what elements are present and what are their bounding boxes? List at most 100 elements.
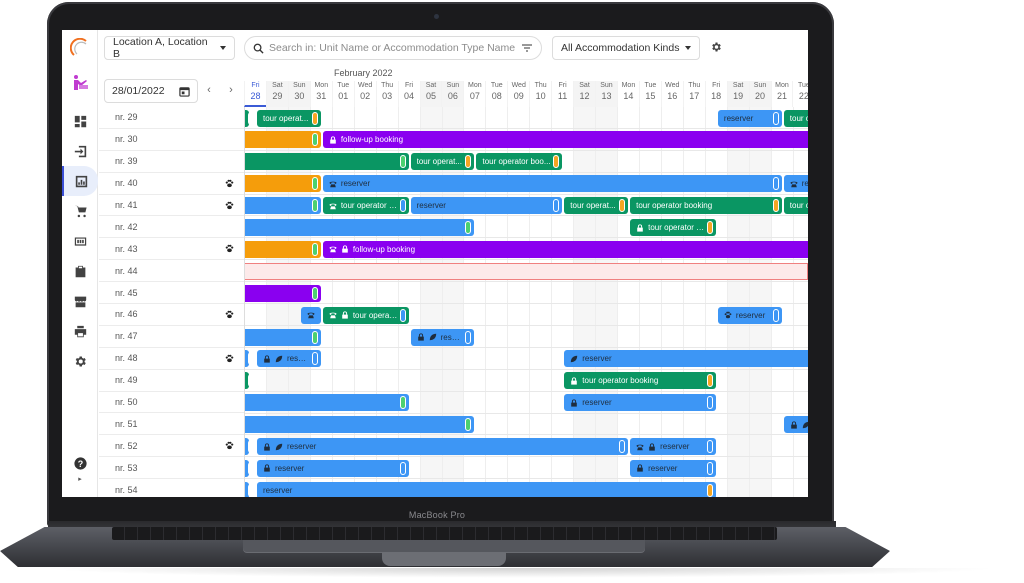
booking-bar[interactable]: reserver — [564, 394, 716, 412]
search-input[interactable]: Search in: Unit Name or Accommodation Ty… — [244, 36, 542, 60]
booking-bar[interactable]: reserver — [564, 350, 808, 368]
unit-row[interactable]: nr. 44 — [99, 260, 244, 283]
booking-status-handle[interactable] — [248, 374, 249, 388]
unit-row[interactable]: nr. 39 — [99, 151, 244, 173]
unit-row[interactable]: nr. 48 — [99, 348, 244, 370]
booking-status-handle[interactable] — [553, 199, 560, 213]
day-column-header[interactable]: Fri 18 — [704, 81, 727, 107]
booking-bar[interactable]: follow-up booking — [322, 131, 808, 149]
accommodation-kind-select[interactable]: All Accommodation Kinds — [552, 36, 700, 60]
booking-status-handle[interactable] — [399, 396, 406, 410]
booking-status-handle[interactable] — [399, 155, 406, 169]
day-column-header[interactable]: Sun 13 — [595, 81, 617, 107]
unit-row[interactable]: nr. 45 — [99, 282, 244, 305]
booking-bar[interactable] — [245, 328, 321, 346]
unit-row[interactable]: nr. 53 — [99, 457, 244, 480]
day-column-header[interactable]: Sat 12 — [573, 81, 595, 107]
booking-status-handle[interactable] — [706, 440, 713, 453]
settings-gear-icon[interactable] — [710, 41, 722, 53]
unit-row[interactable]: nr. 40 — [99, 173, 244, 195]
unit-row[interactable]: nr. 29 — [99, 107, 244, 129]
booking-bar[interactable]: follow-up booking — [322, 240, 808, 258]
day-column-header[interactable]: Tue 15 — [638, 81, 661, 107]
booking-status-handle[interactable] — [311, 330, 318, 344]
booking-status-handle[interactable] — [619, 199, 626, 213]
booking-status-handle[interactable] — [248, 440, 249, 453]
booking-bar[interactable]: reserver — [256, 481, 716, 497]
booking-bar[interactable]: reserver — [256, 438, 629, 455]
booking-status-handle[interactable] — [465, 221, 472, 234]
booking-status-handle[interactable] — [772, 199, 779, 213]
unit-row[interactable]: nr. 54 — [99, 479, 244, 497]
day-column-header[interactable]: Sun 06 — [441, 81, 464, 107]
booking-status-handle[interactable] — [465, 330, 472, 344]
booking-bar[interactable]: tour operat... — [322, 306, 409, 324]
day-column-header[interactable]: Sat 05 — [419, 81, 442, 107]
booking-status-handle[interactable] — [706, 483, 713, 497]
sidebar-item-login[interactable] — [62, 136, 98, 166]
booking-status-handle[interactable] — [311, 286, 318, 300]
day-column-header[interactable]: Mon 14 — [616, 81, 639, 107]
booking-bar[interactable]: tour operator boo... — [476, 153, 563, 171]
day-column-header[interactable]: Tue 22 — [792, 81, 808, 107]
booking-bar[interactable] — [245, 131, 321, 149]
day-column-header[interactable]: Thu 03 — [375, 81, 398, 107]
day-column-header[interactable]: Mon 31 — [309, 81, 332, 107]
booking-status-handle[interactable] — [706, 221, 713, 234]
booking-status-handle[interactable] — [311, 242, 318, 256]
day-column-header[interactable]: Wed 16 — [660, 81, 683, 107]
day-column-header[interactable]: Thu 17 — [682, 81, 705, 107]
booking-bar[interactable]: tour operat... — [410, 153, 475, 171]
booking-bar[interactable] — [245, 175, 321, 193]
booking-bar[interactable] — [245, 481, 249, 497]
booking-bar[interactable] — [245, 372, 249, 390]
booking-bar[interactable]: tour operator booking — [783, 109, 808, 127]
booking-status-handle[interactable] — [619, 440, 626, 453]
booking-bar[interactable]: reserver — [322, 175, 782, 193]
booking-status-handle[interactable] — [311, 177, 318, 191]
sidebar-item-dashboard[interactable] — [62, 106, 98, 136]
booking-bar[interactable]: tour operator booking — [564, 372, 716, 390]
booking-bar[interactable]: tour operat... — [564, 197, 629, 215]
user-desk-icon[interactable] — [72, 74, 88, 90]
booking-bar[interactable] — [245, 219, 475, 236]
unit-row[interactable]: nr. 30 — [99, 129, 244, 151]
blocked-period[interactable] — [245, 262, 808, 280]
booking-bar[interactable] — [245, 109, 249, 127]
location-select[interactable]: Location A, Location B — [104, 36, 235, 60]
unit-row[interactable]: nr. 51 — [99, 413, 244, 436]
filter-icon[interactable] — [521, 42, 533, 54]
day-column-header[interactable]: Sun 30 — [287, 81, 310, 107]
day-column-header[interactable]: Fri 04 — [397, 81, 420, 107]
day-column-header[interactable]: Mon 07 — [463, 81, 485, 107]
booking-bar[interactable]: reser... — [256, 350, 321, 368]
booking-bar[interactable]: tour operator b... — [630, 219, 716, 236]
expand-icon[interactable]: ▸ — [62, 468, 98, 490]
booking-status-handle[interactable] — [248, 483, 249, 497]
booking-status-handle[interactable] — [399, 308, 406, 322]
day-column-header[interactable]: Fri 11 — [551, 81, 573, 107]
unit-row[interactable]: nr. 50 — [99, 392, 244, 414]
booking-bar[interactable]: reserver — [783, 175, 808, 193]
booking-status-handle[interactable] — [706, 396, 713, 410]
booking-status-handle[interactable] — [706, 374, 713, 388]
day-column-header[interactable]: Sat 19 — [726, 81, 749, 107]
booking-status-handle[interactable] — [399, 199, 406, 213]
day-column-header[interactable]: Mon 21 — [770, 81, 793, 107]
unit-row[interactable]: nr. 49 — [99, 370, 244, 392]
sidebar-item-cart[interactable] — [62, 196, 98, 226]
booking-status-handle[interactable] — [706, 461, 713, 475]
booking-bar[interactable]: reserver — [717, 306, 782, 324]
booking-bar[interactable]: reserver — [630, 459, 716, 477]
booking-status-handle[interactable] — [248, 111, 249, 125]
booking-bar[interactable]: tour operat... — [256, 109, 321, 127]
unit-row[interactable]: nr. 46 — [99, 304, 244, 326]
day-column-header[interactable]: Wed 02 — [353, 81, 376, 107]
day-column-header[interactable]: Wed 09 — [507, 81, 529, 107]
unit-row[interactable]: nr. 41 — [99, 195, 244, 217]
sidebar-item-print[interactable] — [62, 316, 98, 346]
booking-bar[interactable]: reserver — [717, 109, 782, 127]
booking-status-handle[interactable] — [248, 352, 249, 366]
booking-bar[interactable] — [245, 240, 321, 258]
booking-status-handle[interactable] — [553, 155, 560, 169]
